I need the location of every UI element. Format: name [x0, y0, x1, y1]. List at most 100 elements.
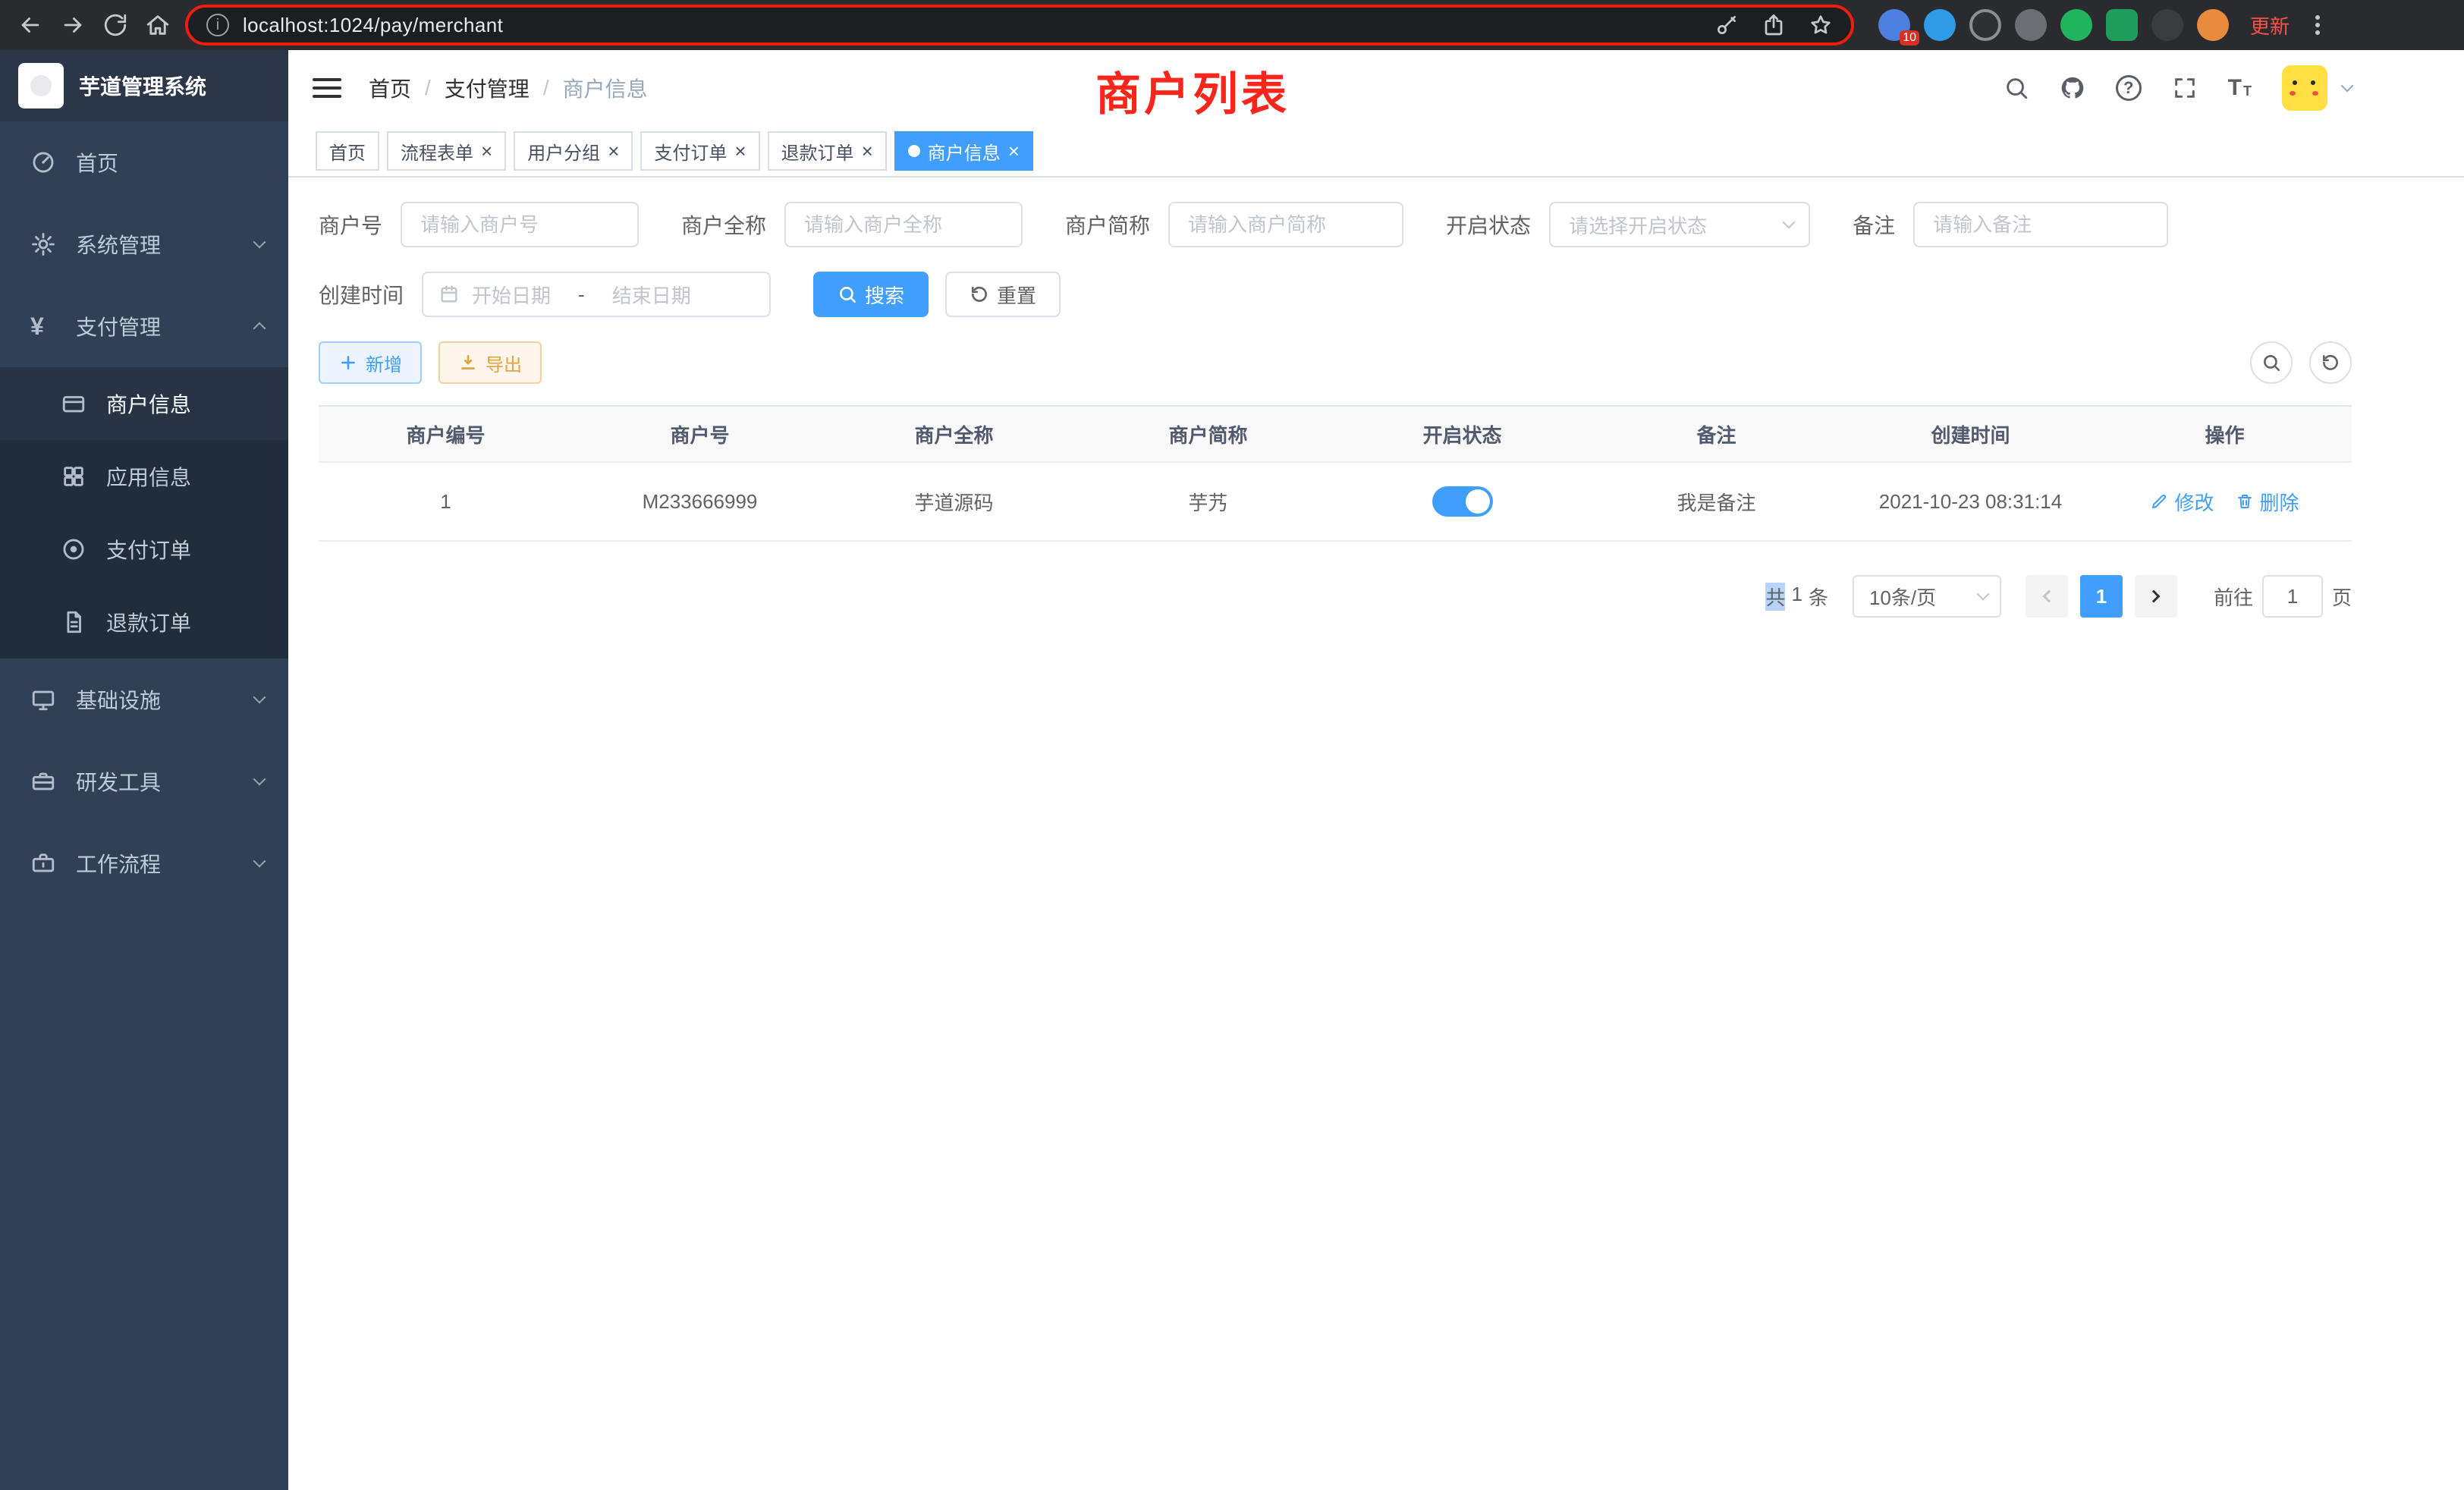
close-icon[interactable]: × — [608, 142, 619, 160]
toggle-search-button[interactable] — [2250, 341, 2293, 384]
browser-update-button[interactable]: 更新 — [2250, 11, 2290, 39]
sidebar-item-dev-tools[interactable]: 研发工具 — [0, 740, 288, 822]
refresh-table-button[interactable] — [2309, 341, 2352, 384]
bookmark-star-icon[interactable] — [1809, 13, 1833, 37]
hamburger-button[interactable] — [313, 78, 341, 98]
status-toggle[interactable] — [1432, 486, 1493, 517]
sidebar-item-workflow[interactable]: 工作流程 — [0, 822, 288, 904]
site-info-icon[interactable]: i — [206, 14, 229, 36]
goto-page-input[interactable] — [2262, 575, 2323, 618]
export-button[interactable]: 导出 — [438, 341, 542, 384]
arrow-right-icon — [60, 12, 86, 38]
breadcrumb-payment[interactable]: 支付管理 — [445, 73, 530, 103]
key-icon[interactable] — [1714, 13, 1739, 37]
plus-icon — [338, 353, 358, 372]
tab-process-form[interactable]: 流程表单 × — [387, 131, 506, 171]
back-button[interactable] — [9, 4, 52, 46]
tab-home[interactable]: 首页 — [316, 131, 379, 171]
reload-button[interactable] — [94, 4, 137, 46]
address-bar[interactable]: i localhost:1024/pay/merchant — [185, 5, 1854, 46]
filter-row-2: 创建时间 开始日期 - 结束日期 搜索 — [319, 272, 2352, 317]
browser-menu-button[interactable] — [2305, 15, 2330, 35]
chevron-down-icon — [2341, 80, 2354, 93]
user-avatar[interactable] — [2282, 65, 2327, 111]
sidebar-item-payment[interactable]: ¥ 支付管理 — [0, 285, 288, 367]
full-name-input[interactable] — [784, 202, 1023, 247]
extension-icon-2[interactable] — [1924, 9, 1956, 41]
column-header: 商户全称 — [827, 407, 1081, 463]
help-icon[interactable]: ? — [2116, 75, 2142, 101]
tab-user-group[interactable]: 用户分组 × — [514, 131, 633, 171]
page-number-1[interactable]: 1 — [2080, 575, 2123, 618]
add-button[interactable]: 新增 — [319, 341, 422, 384]
search-icon[interactable] — [2004, 75, 2029, 101]
reload-icon — [102, 12, 128, 38]
forward-button[interactable] — [52, 4, 94, 46]
sidebar-item-app-info[interactable]: 应用信息 — [0, 440, 288, 513]
search-button[interactable]: 搜索 — [813, 272, 929, 317]
navbar-actions: ? TT — [2004, 65, 2352, 111]
tab-pay-orders[interactable]: 支付订单 × — [640, 131, 759, 171]
refresh-icon — [2321, 353, 2340, 372]
home-button[interactable] — [137, 4, 179, 46]
edit-link[interactable]: 修改 — [2150, 488, 2214, 516]
fullscreen-icon[interactable] — [2172, 75, 2198, 101]
extensions-row: 10 — [1878, 9, 2229, 41]
share-icon[interactable] — [1762, 13, 1786, 37]
breadcrumb-home[interactable]: 首页 — [369, 73, 411, 103]
column-header: 开启状态 — [1335, 407, 1589, 463]
close-icon[interactable]: × — [1008, 142, 1020, 160]
column-header: 商户号 — [573, 407, 827, 463]
status-select-placeholder: 请选择开启状态 — [1569, 211, 1707, 239]
close-icon[interactable]: × — [734, 142, 746, 160]
yen-icon: ¥ — [30, 313, 61, 339]
extension-icon-6[interactable] — [2106, 9, 2138, 41]
annotation-title: 商户列表 — [1095, 58, 1290, 124]
sidebar-item-system[interactable]: 系统管理 — [0, 203, 288, 285]
reset-button[interactable]: 重置 — [945, 272, 1061, 317]
cell-remark: 我是备注 — [1589, 463, 1843, 542]
extension-icon-3[interactable] — [1969, 9, 2001, 41]
tab-label: 商户信息 — [928, 138, 1001, 165]
extension-icon-7[interactable] — [2151, 9, 2183, 41]
sidebar-item-label: 应用信息 — [106, 461, 191, 492]
extension-icon-4[interactable] — [2015, 9, 2047, 41]
page-size-value: 10条/页 — [1869, 583, 1936, 611]
tab-label: 支付订单 — [654, 138, 727, 165]
sidebar-item-refund-orders[interactable]: 退款订单 — [0, 586, 288, 659]
sidebar-item-infrastructure[interactable]: 基础设施 — [0, 659, 288, 740]
next-page-button[interactable] — [2135, 575, 2177, 618]
date-start-placeholder: 开始日期 — [472, 281, 551, 309]
arrow-left-icon — [17, 12, 43, 38]
cell-full-name: 芋道源码 — [827, 463, 1081, 542]
merchant-no-input[interactable] — [401, 202, 639, 247]
breadcrumb-separator: / — [543, 76, 549, 100]
page-size-select[interactable]: 10条/页 — [1853, 575, 2001, 618]
extension-icon-5[interactable] — [2060, 9, 2092, 41]
close-icon[interactable]: × — [862, 142, 873, 160]
close-icon[interactable]: × — [481, 142, 492, 160]
sidebar: 芋道管理系统 首页 系统管理 ¥ 支付管理 — [0, 50, 288, 1490]
tab-merchant-info[interactable]: 商户信息 × — [894, 131, 1033, 171]
short-name-input[interactable] — [1168, 202, 1403, 247]
sidebar-item-pay-orders[interactable]: 支付订单 — [0, 513, 288, 586]
date-range-picker[interactable]: 开始日期 - 结束日期 — [422, 272, 771, 317]
sidebar-item-home[interactable]: 首页 — [0, 121, 288, 203]
github-icon[interactable] — [2060, 75, 2085, 101]
remark-input[interactable] — [1913, 202, 2168, 247]
tab-refund-orders[interactable]: 退款订单 × — [768, 131, 887, 171]
delete-link[interactable]: 删除 — [2236, 488, 2299, 516]
pagination: 共 1 条 10条/页 1 前 — [319, 575, 2352, 618]
tab-label: 首页 — [329, 138, 366, 165]
status-select[interactable]: 请选择开启状态 — [1549, 202, 1810, 247]
table-row: 1 M233666999 芋道源码 芋艿 我是备注 2021-10-23 08:… — [319, 463, 2352, 542]
column-header: 创建时间 — [1843, 407, 2098, 463]
short-name-label: 商户简称 — [1065, 209, 1150, 240]
extension-icon-1[interactable]: 10 — [1878, 9, 1910, 41]
sidebar-item-label: 系统管理 — [76, 229, 161, 259]
prev-page-button[interactable] — [2026, 575, 2068, 618]
extension-icon-8[interactable] — [2197, 9, 2229, 41]
font-size-icon[interactable]: TT — [2228, 77, 2252, 99]
extension-badge: 10 — [1900, 30, 1919, 46]
sidebar-item-merchant-info[interactable]: 商户信息 — [0, 367, 288, 440]
